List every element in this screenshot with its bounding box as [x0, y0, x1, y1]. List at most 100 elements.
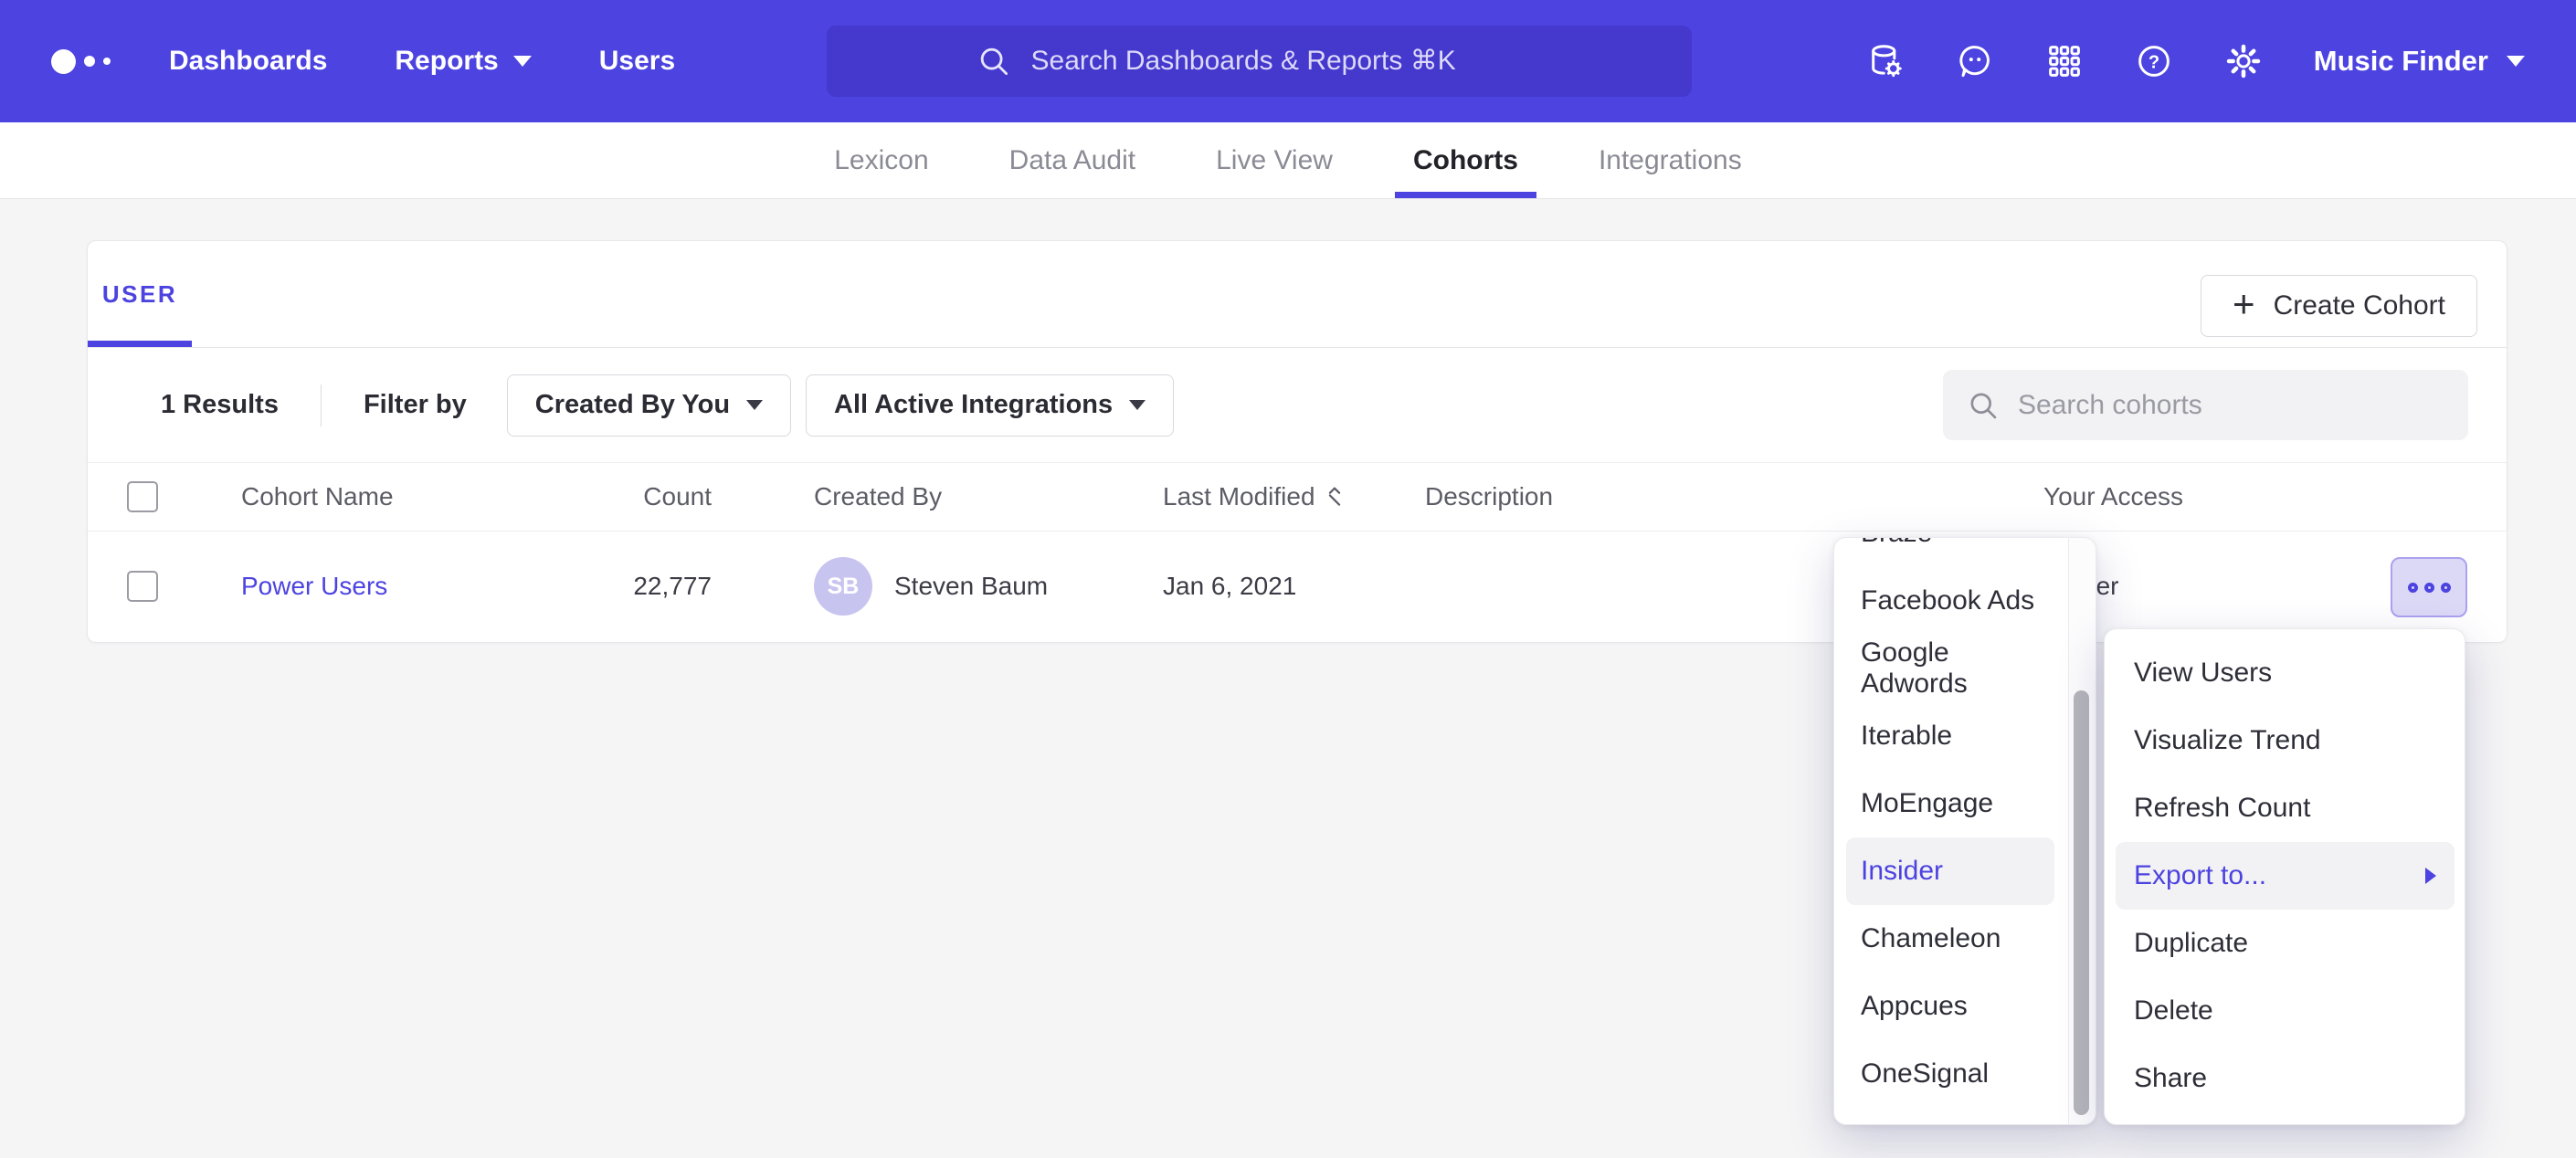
- nav-item-label: Dashboards: [169, 46, 327, 77]
- menu-item-label: OneSignal: [1861, 1058, 1989, 1090]
- column-header-description: Description: [1425, 463, 1553, 531]
- menu-item-share[interactable]: Share: [2116, 1045, 2455, 1112]
- chevron-down-icon: [2507, 56, 2525, 67]
- tab-label: USER: [102, 280, 177, 309]
- cohort-name-link[interactable]: Power Users: [241, 572, 387, 601]
- logo-dot: [103, 58, 111, 65]
- active-tab-underline: [1395, 192, 1536, 198]
- created-by-name: Steven Baum: [894, 572, 1048, 601]
- menu-item-onesignal[interactable]: OneSignal: [1846, 1040, 2054, 1108]
- svg-text:?: ?: [2148, 52, 2159, 72]
- select-all-checkbox[interactable]: [127, 481, 158, 512]
- tab-integrations[interactable]: Integrations: [1558, 122, 1782, 198]
- nav-item-dashboards[interactable]: Dashboards: [169, 46, 327, 77]
- filter-label: Created By You: [535, 390, 730, 420]
- circle-icon: [2441, 583, 2451, 593]
- menu-item-facebook-ads[interactable]: Facebook Ads: [1846, 567, 2054, 635]
- nav-item-label: Reports: [395, 46, 498, 77]
- menu-item-google-adwords[interactable]: Google Adwords: [1846, 635, 2054, 702]
- column-header-last-modified: Last Modified: [1163, 463, 1343, 531]
- menu-item-chameleon[interactable]: Chameleon: [1846, 905, 2054, 973]
- menu-item-label: Visualize Trend: [2134, 725, 2321, 756]
- filter-integrations-dropdown[interactable]: All Active Integrations: [806, 374, 1174, 437]
- search-icon: [1967, 389, 2000, 422]
- filter-by-label: Filter by: [364, 390, 467, 420]
- row-actions-cell: [2391, 532, 2467, 641]
- menu-item-label: Chameleon: [1861, 923, 2001, 954]
- column-header-count: Count: [570, 463, 712, 531]
- menu-item-moengage[interactable]: MoEngage: [1846, 770, 2054, 837]
- menu-item-label: Facebook Ads: [1861, 585, 2034, 616]
- menu-item-label: View Users: [2134, 658, 2272, 689]
- filter-label: All Active Integrations: [834, 390, 1113, 420]
- menu-item-label: Google Adwords: [1861, 637, 2054, 700]
- table-row: Power Users 22,777 SB Steven Baum Jan 6,…: [88, 532, 2507, 641]
- cohort-search-bar[interactable]: [1943, 370, 2468, 440]
- menu-item-label: Iterable: [1861, 721, 1952, 752]
- help-icon[interactable]: ?: [2135, 42, 2173, 80]
- menu-item-iterable[interactable]: Iterable: [1846, 702, 2054, 770]
- nav-item-users[interactable]: Users: [599, 46, 675, 77]
- menu-item-appcues[interactable]: Appcues: [1846, 973, 2054, 1040]
- global-search-input[interactable]: [1031, 46, 1543, 77]
- cohorts-card: USER + Create Cohort 1 Results Filter by…: [87, 240, 2507, 643]
- tab-label: Live View: [1216, 145, 1333, 176]
- nav-item-reports[interactable]: Reports: [395, 46, 531, 77]
- tab-label: Lexicon: [834, 145, 928, 176]
- tab-user-cohorts[interactable]: USER: [88, 241, 192, 347]
- tab-cohorts[interactable]: Cohorts: [1373, 122, 1558, 198]
- tab-data-audit[interactable]: Data Audit: [969, 122, 1176, 198]
- menu-item-label: Braze: [1861, 537, 1932, 549]
- menu-item-label: Export to...: [2134, 860, 2266, 891]
- cohort-actions-menu: View Users Visualize Trend Refresh Count…: [2104, 628, 2465, 1125]
- apps-grid-icon[interactable]: [2045, 42, 2084, 80]
- global-search-bar[interactable]: [827, 26, 1692, 97]
- last-modified-date: Jan 6, 2021: [1163, 532, 1296, 641]
- plus-icon: +: [2233, 285, 2255, 323]
- data-settings-icon[interactable]: [1866, 42, 1905, 80]
- menu-item-label: Delete: [2134, 995, 2213, 1026]
- sort-icon[interactable]: [1326, 483, 1343, 511]
- menu-item-export-to[interactable]: Export to...: [2116, 842, 2455, 910]
- row-checkbox[interactable]: [127, 571, 158, 602]
- project-name: Music Finder: [2314, 45, 2488, 78]
- cohort-count: 22,777: [570, 532, 712, 641]
- menu-item-label: MoEngage: [1861, 788, 1993, 819]
- created-by-cell: SB Steven Baum: [814, 532, 1048, 641]
- menu-item-insider[interactable]: Insider: [1846, 837, 2054, 905]
- menu-item-visualize-trend[interactable]: Visualize Trend: [2116, 707, 2455, 774]
- menu-item-delete[interactable]: Delete: [2116, 977, 2455, 1045]
- integration-list: Braze Facebook Ads Google Adwords Iterab…: [1834, 537, 2096, 1108]
- chevron-down-icon: [513, 56, 532, 67]
- menu-item-label: Share: [2134, 1063, 2207, 1094]
- create-cohort-label: Create Cohort: [2274, 290, 2445, 321]
- circle-icon: [2424, 583, 2434, 593]
- select-all-cell: [127, 463, 158, 531]
- filter-toolbar: 1 Results Filter by Created By You All A…: [88, 348, 2507, 463]
- circle-icon: [2408, 583, 2418, 593]
- tab-lexicon[interactable]: Lexicon: [794, 122, 968, 198]
- filter-created-by-dropdown[interactable]: Created By You: [507, 374, 791, 437]
- project-switcher[interactable]: Music Finder: [2314, 45, 2525, 78]
- logo-dot: [84, 56, 95, 67]
- gear-icon[interactable]: [2224, 42, 2263, 80]
- submenu-arrow-icon: [2425, 868, 2436, 884]
- menu-item-refresh-count[interactable]: Refresh Count: [2116, 774, 2455, 842]
- tab-live-view[interactable]: Live View: [1176, 122, 1373, 198]
- menu-item-label: Refresh Count: [2134, 793, 2310, 824]
- mixpanel-logo-icon[interactable]: [51, 49, 111, 74]
- menu-item-braze[interactable]: Braze: [1846, 537, 2054, 567]
- logo-dot: [51, 49, 76, 74]
- search-icon: [977, 44, 1011, 79]
- feedback-icon[interactable]: [1956, 42, 1994, 80]
- cohort-search-input[interactable]: [2018, 390, 2444, 421]
- app-window: Dashboards Reports Users: [0, 0, 2576, 1158]
- cohort-type-tabs: USER + Create Cohort: [88, 241, 2507, 348]
- menu-item-view-users[interactable]: View Users: [2116, 639, 2455, 707]
- menu-item-duplicate[interactable]: Duplicate: [2116, 910, 2455, 977]
- row-select-cell: [127, 532, 158, 641]
- create-cohort-button[interactable]: + Create Cohort: [2201, 275, 2477, 337]
- row-actions-button[interactable]: [2391, 557, 2467, 617]
- scrollbar-thumb[interactable]: [2074, 690, 2089, 1115]
- active-tab-underline: [88, 341, 192, 347]
